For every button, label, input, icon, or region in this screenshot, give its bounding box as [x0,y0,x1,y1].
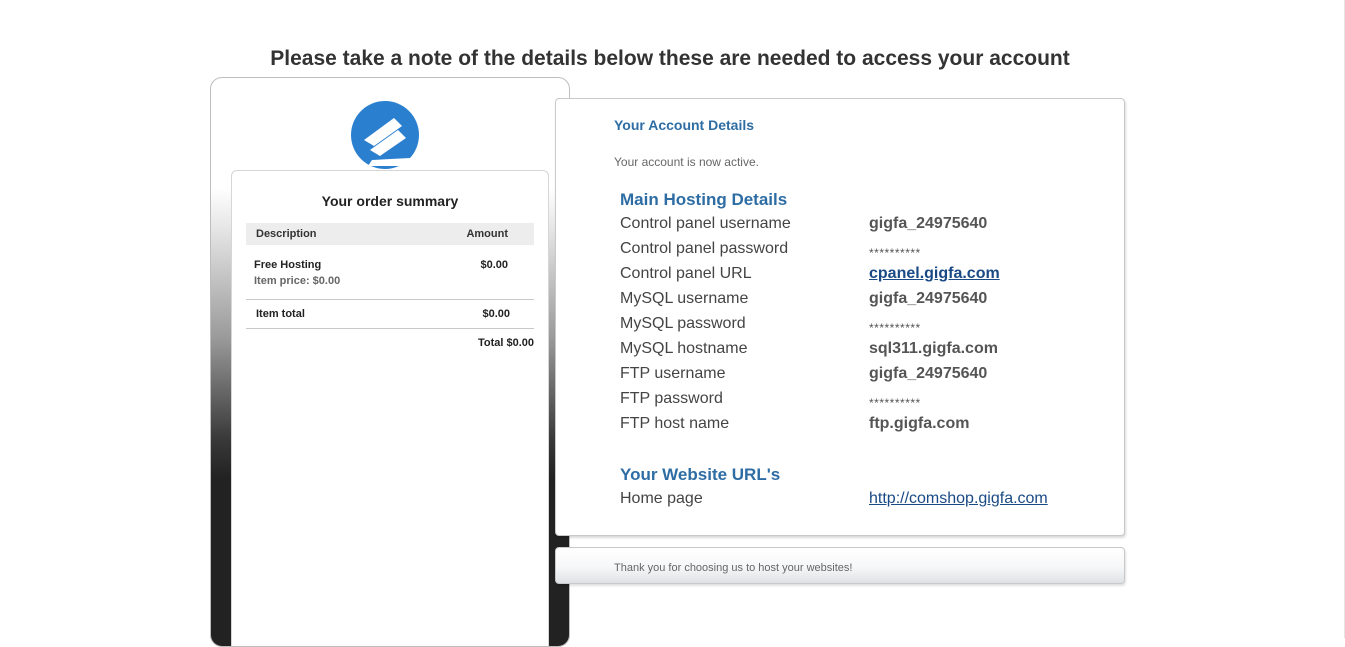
ftp-password-value: ********** [869,396,921,410]
mysql-hostname-value: sql311.gigfa.com [869,340,998,357]
detail-label: FTP password [620,390,723,407]
detail-row-cp-password: Control panel password ********** [620,240,1080,265]
detail-row-ftp-hostname: FTP host name ftp.gigfa.com [620,415,1080,440]
detail-row-mysql-password: MySQL password ********** [620,315,1080,340]
detail-row-mysql-username: MySQL username gigfa_24975640 [620,290,1080,315]
order-item-amount: $0.00 [480,259,508,271]
ftp-username-value: gigfa_24975640 [869,365,988,382]
detail-row-mysql-hostname: MySQL hostname sql311.gigfa.com [620,340,1080,365]
mysql-username-value: gigfa_24975640 [869,290,988,307]
order-summary-card: Your order summary Description Amount Fr… [231,170,549,646]
detail-label: Control panel URL [620,265,752,282]
detail-row-home-page: Home page http://comshop.gigfa.com [620,490,1080,515]
thank-you-text: Thank you for choosing us to host your w… [614,562,853,574]
brand-logo-icon [351,101,419,169]
ftp-hostname-value: ftp.gigfa.com [869,415,970,432]
detail-row-cp-url: Control panel URL cpanel.gigfa.com [620,265,1080,290]
detail-row-ftp-username: FTP username gigfa_24975640 [620,365,1080,390]
grand-total: Total $0.00 [477,337,534,349]
account-details-title: Your Account Details [614,117,755,133]
order-item-name: Free Hosting [254,259,322,271]
detail-label: MySQL password [620,315,746,332]
detail-label: FTP username [620,365,726,382]
thank-you-bar: Thank you for choosing us to host your w… [555,547,1125,584]
order-panel: Your order summary Description Amount Fr… [210,77,570,647]
detail-label: MySQL hostname [620,340,748,357]
detail-label: Control panel username [620,215,791,232]
item-total-label: Item total [256,308,305,320]
detail-label: Home page [620,490,703,507]
page-title: Please take a note of the details below … [270,47,1070,70]
home-page-link[interactable]: http://comshop.gigfa.com [869,490,1048,508]
cp-url-link[interactable]: cpanel.gigfa.com [869,265,1000,283]
account-status-text: Your account is now active. [614,155,759,169]
item-total-value: $0.00 [482,308,510,320]
cp-password-value: ********** [869,246,921,260]
order-table-header: Description Amount [246,223,534,245]
detail-label: FTP host name [620,415,730,432]
website-url-heading: Your Website URL's [620,465,781,484]
cp-username-value: gigfa_24975640 [869,215,988,232]
divider [246,299,534,300]
detail-row-ftp-password: FTP password ********** [620,390,1080,415]
detail-row-cp-username: Control panel username gigfa_24975640 [620,215,1080,240]
mysql-password-value: ********** [869,321,921,335]
account-details-card: Your Account Details Your account is now… [555,98,1125,536]
detail-label: MySQL username [620,290,749,307]
main-hosting-heading: Main Hosting Details [620,190,788,209]
column-description: Description [256,228,317,240]
column-amount: Amount [466,228,508,240]
order-summary-title: Your order summary [321,193,459,209]
detail-label: Control panel password [620,240,789,257]
divider [246,328,534,329]
order-item-price: Item price: $0.00 [254,275,341,287]
